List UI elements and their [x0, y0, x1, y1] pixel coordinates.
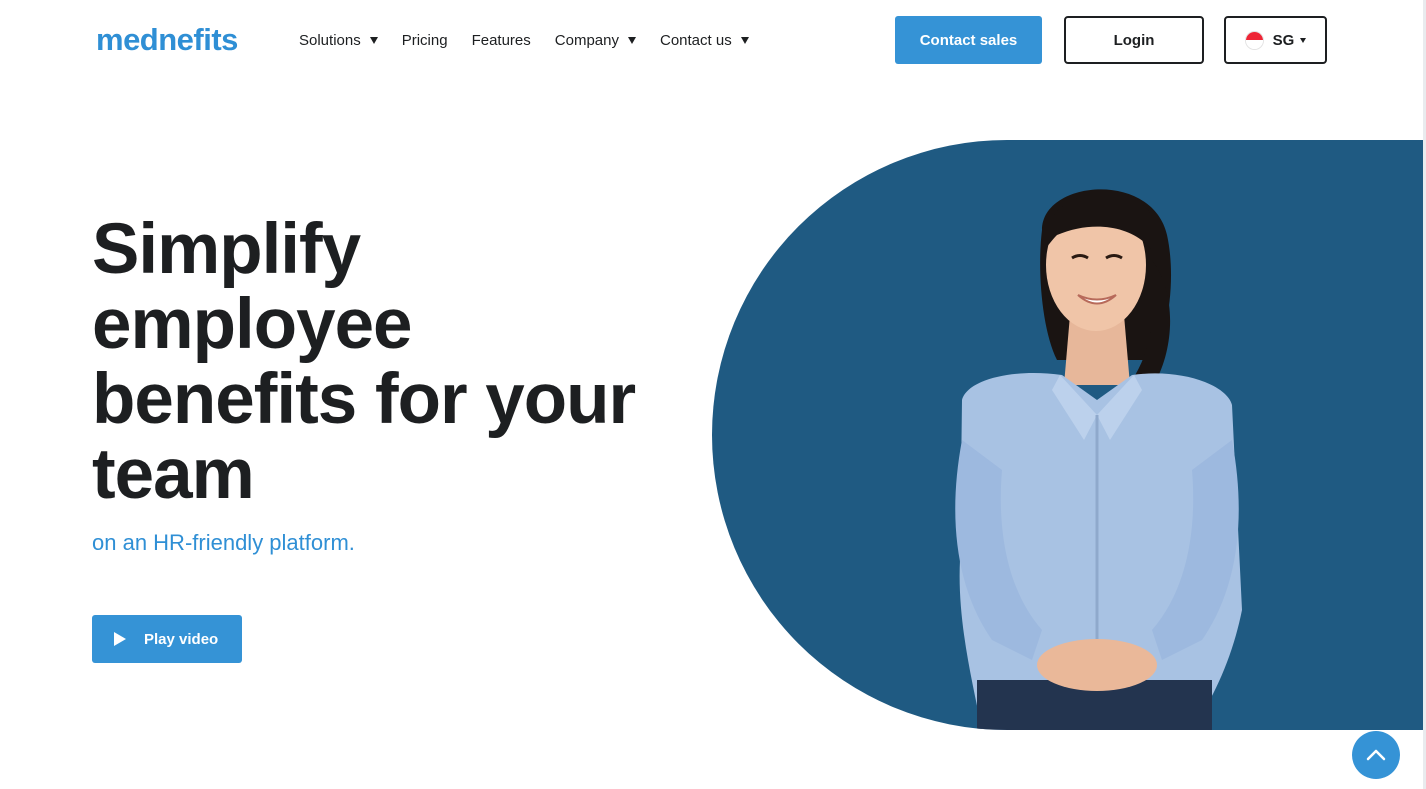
caret-down-icon [740, 36, 749, 44]
region-label: SG [1272, 31, 1295, 49]
smiling-woman-photo [955, 189, 1242, 730]
nav-item-solutions[interactable]: Solutions [299, 32, 378, 49]
site-header: mednefits Solutions Pricing Features Com… [0, 0, 1426, 80]
nav-item-label: Features [471, 31, 531, 49]
play-video-button[interactable]: Play video [92, 615, 242, 663]
scroll-to-top-button[interactable] [1352, 731, 1400, 779]
mednefits-logo[interactable]: mednefits [96, 22, 238, 58]
nav-item-label: Pricing [401, 31, 448, 49]
nav-item-label: Company [554, 31, 619, 49]
hero-subtitle: on an HR-friendly platform. [92, 530, 355, 555]
contact-sales-button[interactable]: Contact sales [895, 16, 1042, 64]
nav-item-label: Solutions [299, 31, 361, 49]
play-icon [114, 632, 126, 646]
nav-item-pricing[interactable]: Pricing [402, 32, 448, 49]
singapore-flag-icon [1244, 30, 1264, 50]
caret-down-icon [627, 36, 636, 44]
hero-title: Simplify employee benefits for your team [92, 210, 636, 514]
nav-item-features[interactable]: Features [472, 32, 531, 49]
chevron-up-icon [1366, 749, 1386, 761]
nav-item-label: Contact us [659, 31, 732, 49]
caret-down-icon [369, 36, 378, 44]
hero-image [712, 140, 1423, 730]
nav-item-contact-us[interactable]: Contact us [660, 32, 749, 49]
region-selector[interactable]: SG [1224, 16, 1327, 64]
caret-down-icon [1300, 37, 1307, 43]
main-nav: Solutions Pricing Features Company Conta… [299, 30, 773, 50]
play-video-label: Play video [144, 630, 219, 648]
login-button[interactable]: Login [1064, 16, 1204, 64]
nav-item-company[interactable]: Company [555, 32, 636, 49]
